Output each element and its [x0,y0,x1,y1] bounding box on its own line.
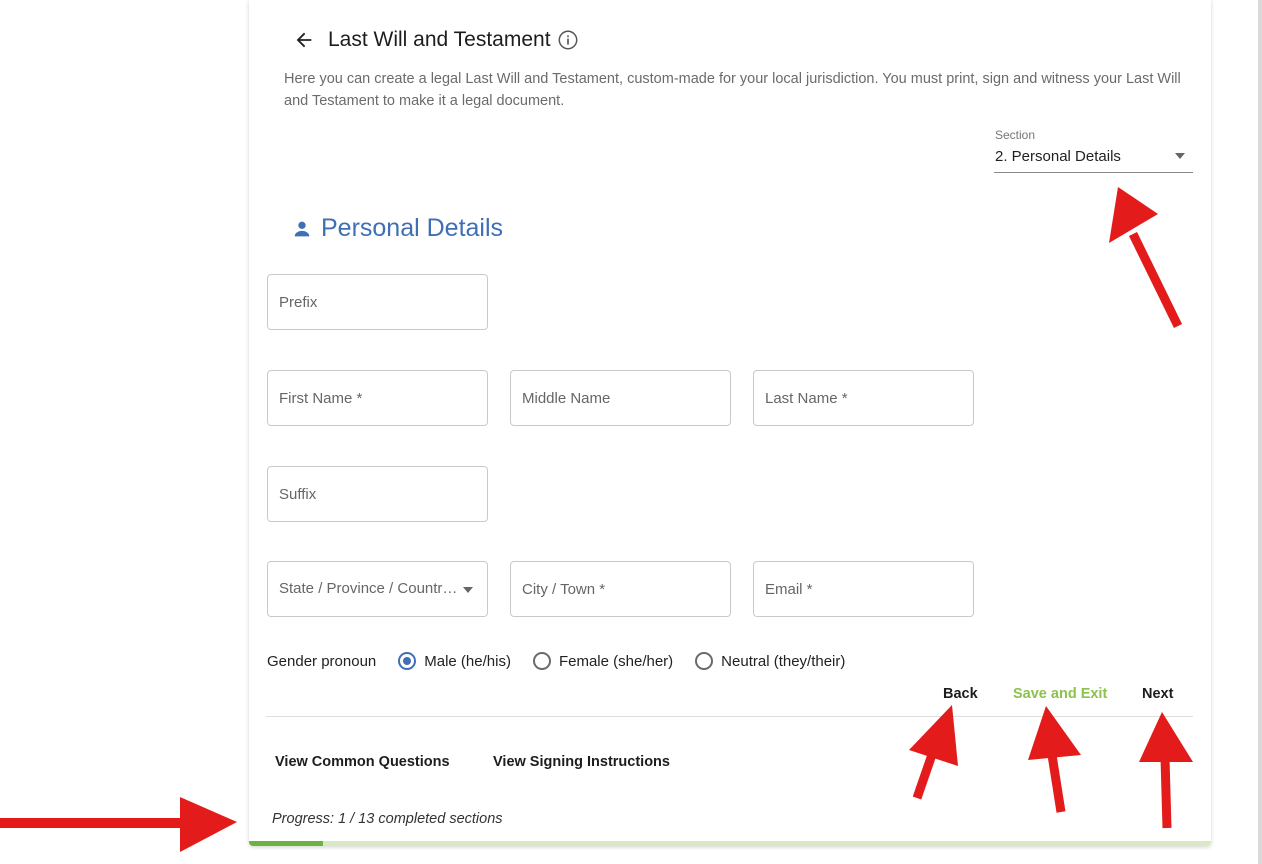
first-name-field[interactable] [267,370,488,426]
gender-pronoun-label: Gender pronoun [267,652,377,670]
state-select[interactable]: State / Province / Country * [267,561,488,617]
view-common-questions-link[interactable]: View Common Questions [275,754,450,770]
section-select[interactable]: Section 2. Personal Details [994,128,1193,173]
last-name-field[interactable] [753,370,974,426]
progress-bar [249,841,1211,846]
prefix-input[interactable] [268,275,487,329]
chevron-down-icon [463,587,473,593]
back-button[interactable]: Back [943,686,978,702]
will-form-card: Last Will and Testament Here you can cre… [249,0,1211,846]
suffix-field[interactable] [267,466,488,522]
window-scrollbar[interactable] [1258,0,1262,864]
prefix-field[interactable] [267,274,488,330]
last-name-input[interactable] [754,371,973,425]
person-icon [294,221,310,236]
divider [266,716,1193,717]
radio-neutral-label: Neutral (they/their) [721,652,846,670]
progress-bar-fill [249,841,323,846]
radio-unchecked-icon[interactable] [532,652,551,670]
page-description: Here you can create a legal Last Will an… [284,71,1181,109]
progress-text: Progress: 1 / 13 completed sections [272,811,503,827]
email-input[interactable] [754,562,973,616]
gender-pronoun-group: Gender pronoun Male (he/his) Female (she… [267,652,867,670]
section-heading: Personal Details [291,214,503,243]
section-heading-text: Personal Details [321,214,504,242]
radio-neutral[interactable]: Neutral (they/their) [695,652,845,670]
radio-male[interactable]: Male (he/his) [398,652,511,670]
middle-name-input[interactable] [511,371,730,425]
suffix-input[interactable] [268,467,487,521]
save-and-exit-button[interactable]: Save and Exit [1013,686,1107,702]
info-circle-icon[interactable] [557,29,579,51]
page-header: Last Will and Testament [293,28,579,52]
view-signing-instructions-link[interactable]: View Signing Instructions [493,754,670,770]
email-field[interactable] [753,561,974,617]
radio-unchecked-icon[interactable] [695,652,714,670]
page-title: Last Will and Testament [328,28,551,51]
city-field[interactable] [510,561,731,617]
radio-female-label: Female (she/her) [558,652,674,670]
state-select-placeholder: State / Province / Country * [279,580,459,597]
arrow-left-icon[interactable] [293,29,315,51]
radio-checked-icon[interactable] [398,652,417,670]
section-select-value: 2. Personal Details [995,148,1121,165]
first-name-input[interactable] [268,371,487,425]
chevron-down-icon [1175,153,1185,159]
middle-name-field[interactable] [510,370,731,426]
section-select-label: Section [995,128,1036,142]
next-button[interactable]: Next [1142,686,1173,702]
city-input[interactable] [511,562,730,616]
radio-female[interactable]: Female (she/her) [532,652,674,670]
annotation-arrow-progress [0,797,237,852]
radio-male-label: Male (he/his) [424,652,511,670]
